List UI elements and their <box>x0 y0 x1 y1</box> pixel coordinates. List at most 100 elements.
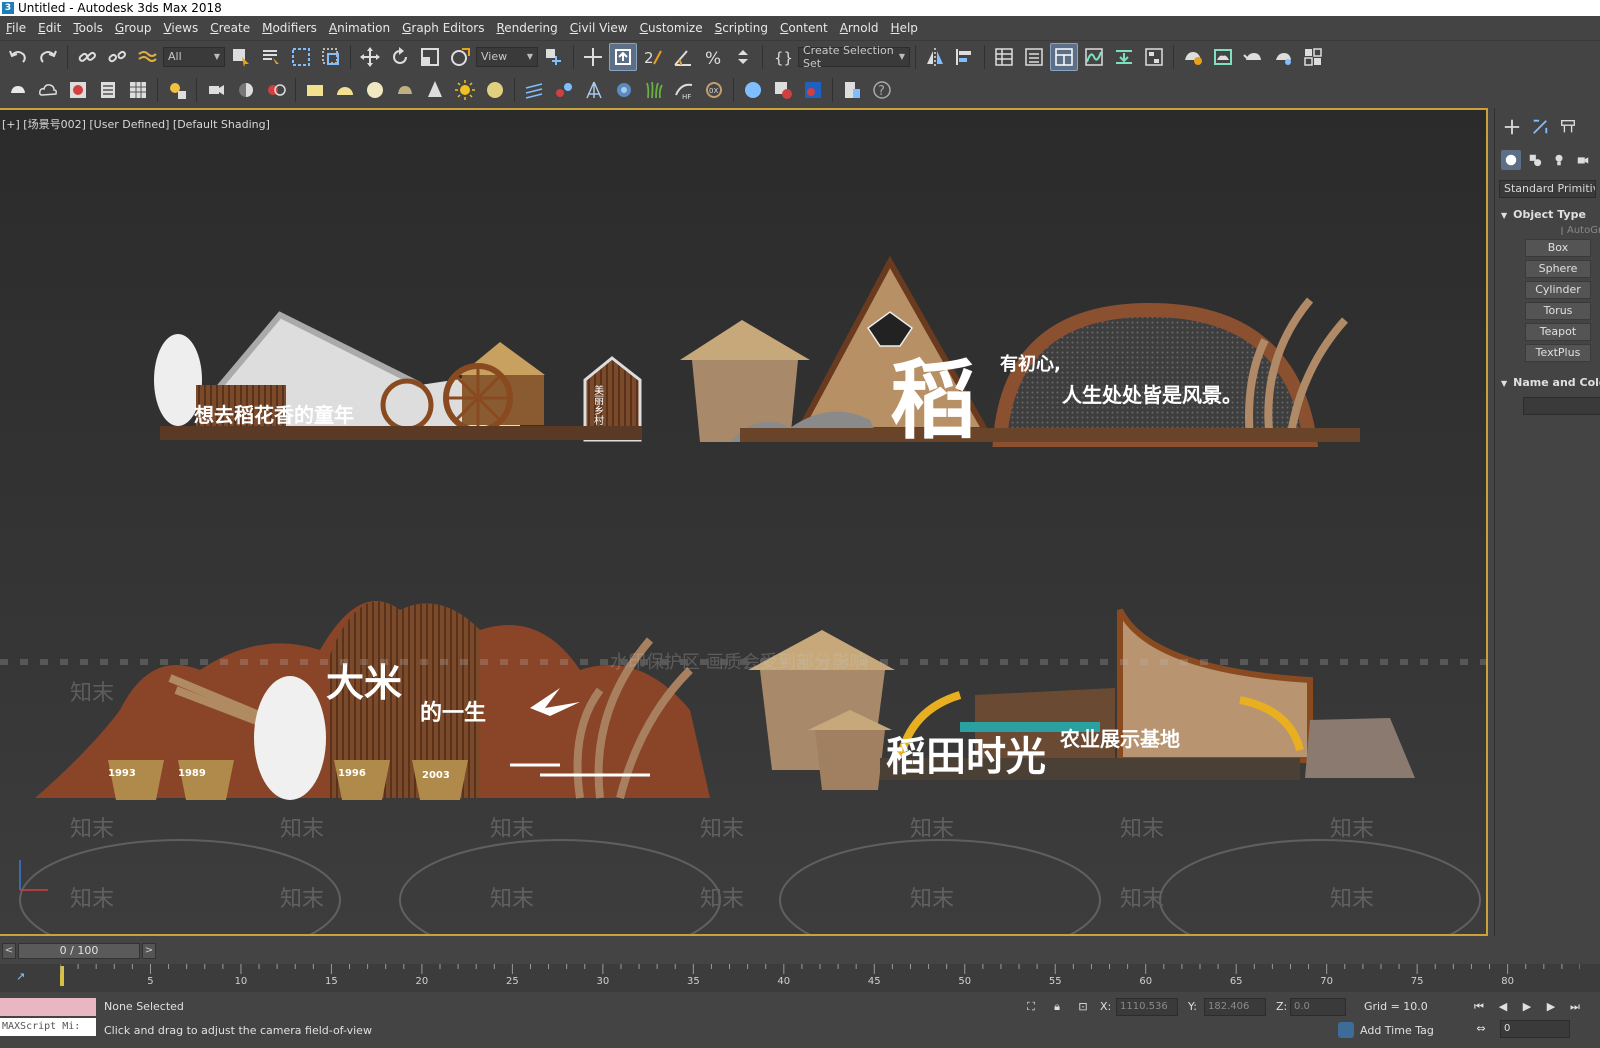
primitive-category-dropdown[interactable]: Standard Primitives <box>1499 180 1596 198</box>
grid-sheet-button[interactable] <box>124 76 152 104</box>
reference-coordinate-dropdown[interactable]: View ▼ <box>476 46 538 67</box>
cloud-button[interactable] <box>34 76 62 104</box>
scene-explorer-button[interactable] <box>990 43 1018 71</box>
percent-snap-button[interactable]: % <box>699 43 727 71</box>
edit-named-selection-button[interactable]: {} <box>768 43 796 71</box>
y-coordinate-field[interactable]: 182.406 <box>1204 998 1266 1016</box>
menu-civil-view[interactable]: Civil View <box>568 21 638 35</box>
ox-button[interactable]: 0X <box>700 76 728 104</box>
camera-button[interactable] <box>202 76 230 104</box>
menu-modifiers[interactable]: Modifiers <box>260 21 327 35</box>
cylinder-button[interactable]: Cylinder <box>1525 281 1591 299</box>
select-object-button[interactable] <box>227 43 255 71</box>
menu-edit[interactable]: Edit <box>36 21 71 35</box>
time-slider-prev-button[interactable]: < <box>2 943 16 959</box>
select-by-name-button[interactable] <box>257 43 285 71</box>
cameras-subtab[interactable] <box>1573 150 1593 170</box>
maxscript-mini-listener[interactable]: MAXScript Mi: <box>0 1018 96 1036</box>
play-button[interactable]: ▶︎ <box>1518 998 1536 1016</box>
sun-light-button[interactable] <box>451 76 479 104</box>
cone-button[interactable] <box>421 76 449 104</box>
undo-button[interactable] <box>4 43 32 71</box>
hemisphere-button[interactable] <box>331 76 359 104</box>
x-coordinate-field[interactable]: 1110.536 <box>1116 998 1178 1016</box>
keyboard-shortcut-override-button[interactable] <box>609 42 637 71</box>
current-frame-field[interactable]: 0 <box>1500 1020 1570 1038</box>
rectangular-selection-button[interactable] <box>287 43 315 71</box>
sphere-gizmo-button[interactable] <box>610 76 638 104</box>
perspective-viewport[interactable]: [+] [场景号002] [User Defined] [Default Sha… <box>0 108 1488 936</box>
menu-animation[interactable]: Animation <box>327 21 400 35</box>
vray-sphere-button[interactable] <box>739 76 767 104</box>
hair-fur-button[interactable]: HF <box>670 76 698 104</box>
box-button[interactable]: Box <box>1525 239 1591 257</box>
export-button[interactable] <box>838 76 866 104</box>
rotate-button[interactable] <box>386 43 414 71</box>
grass-button[interactable] <box>640 76 668 104</box>
move-button[interactable] <box>356 43 384 71</box>
menu-scripting[interactable]: Scripting <box>713 21 778 35</box>
render-effect-button[interactable] <box>262 76 290 104</box>
pivot-point-button[interactable] <box>540 43 568 71</box>
maxscript-listener[interactable] <box>0 998 96 1016</box>
render-production-button[interactable] <box>1239 43 1267 71</box>
select-manipulate-button[interactable] <box>579 43 607 71</box>
autogrid-checkbox[interactable] <box>1561 226 1563 235</box>
render-shortcuts-button[interactable] <box>1299 43 1327 71</box>
autogrid-option[interactable]: AutoGrid <box>1495 225 1600 236</box>
modify-tab[interactable] <box>1529 116 1551 138</box>
object-name-field[interactable] <box>1523 397 1600 415</box>
menu-arnold[interactable]: Arnold <box>838 21 889 35</box>
bind-space-warp-button[interactable] <box>133 43 161 71</box>
menu-graph-editors[interactable]: Graph Editors <box>400 21 494 35</box>
redo-button[interactable] <box>34 43 62 71</box>
mini-curve-editor-icon[interactable]: ↗ <box>16 970 25 983</box>
tripod-button[interactable] <box>580 76 608 104</box>
geometry-subtab[interactable] <box>1501 150 1521 170</box>
menu-help[interactable]: Help <box>889 21 928 35</box>
selection-lock-icon[interactable]: 🔒︎ <box>1048 998 1066 1016</box>
sphere-button[interactable] <box>361 76 389 104</box>
help-button[interactable]: ? <box>868 76 896 104</box>
menu-content[interactable]: Content <box>778 21 838 35</box>
time-slider-thumb[interactable]: 0 / 100 <box>18 943 140 959</box>
object-type-rollout[interactable]: ▼ Object Type <box>1495 204 1600 225</box>
teapot-button[interactable] <box>4 76 32 104</box>
scale-button[interactable] <box>416 43 444 71</box>
torus-button[interactable]: Torus <box>1525 302 1591 320</box>
isolate-selection-icon[interactable]: ⛶ <box>1022 998 1040 1016</box>
molecule-button[interactable] <box>550 76 578 104</box>
toggle-ribbon-button[interactable] <box>1050 42 1078 71</box>
create-tab[interactable] <box>1501 116 1523 138</box>
dope-sheet-button[interactable] <box>1110 43 1138 71</box>
place-button[interactable] <box>446 43 474 71</box>
time-slider-next-button[interactable]: > <box>142 943 156 959</box>
sheet-button[interactable] <box>94 76 122 104</box>
angle-snap-button[interactable] <box>669 43 697 71</box>
add-time-tag[interactable]: Add Time Tag <box>1338 1022 1434 1038</box>
textplus-button[interactable]: TextPlus <box>1525 344 1591 362</box>
viewport-label[interactable]: [+] [场景号002] [User Defined] [Default Sha… <box>2 116 270 132</box>
curve-editor-button[interactable] <box>1080 43 1108 71</box>
track-bar[interactable]: ↗ 5 10 15 20 25 30 35 40 45 50 55 60 65 70 75 80 <box>0 964 1600 992</box>
layer-explorer-button[interactable] <box>1020 43 1048 71</box>
unlink-button[interactable] <box>103 43 131 71</box>
mirror-button[interactable] <box>921 43 949 71</box>
menu-create[interactable]: Create <box>208 21 260 35</box>
link-button[interactable] <box>73 43 101 71</box>
menu-group[interactable]: Group <box>113 21 162 35</box>
rendered-frame-window-button[interactable] <box>1209 43 1237 71</box>
schematic-view-button[interactable] <box>1140 43 1168 71</box>
vray-settings-button[interactable] <box>769 76 797 104</box>
teapot-button[interactable]: Teapot <box>1525 323 1591 341</box>
next-frame-button[interactable]: ▶︎ <box>1542 998 1560 1016</box>
render-cloud-button[interactable] <box>1269 43 1297 71</box>
name-color-rollout[interactable]: ▼ Name and Color <box>1495 372 1600 393</box>
menu-customize[interactable]: Customize <box>638 21 713 35</box>
light-list-button[interactable] <box>163 76 191 104</box>
menu-rendering[interactable]: Rendering <box>494 21 567 35</box>
align-button[interactable] <box>951 43 979 71</box>
spinner-snap-button[interactable] <box>729 43 757 71</box>
material-editor-button[interactable] <box>64 76 92 104</box>
lights-subtab[interactable] <box>1549 150 1569 170</box>
